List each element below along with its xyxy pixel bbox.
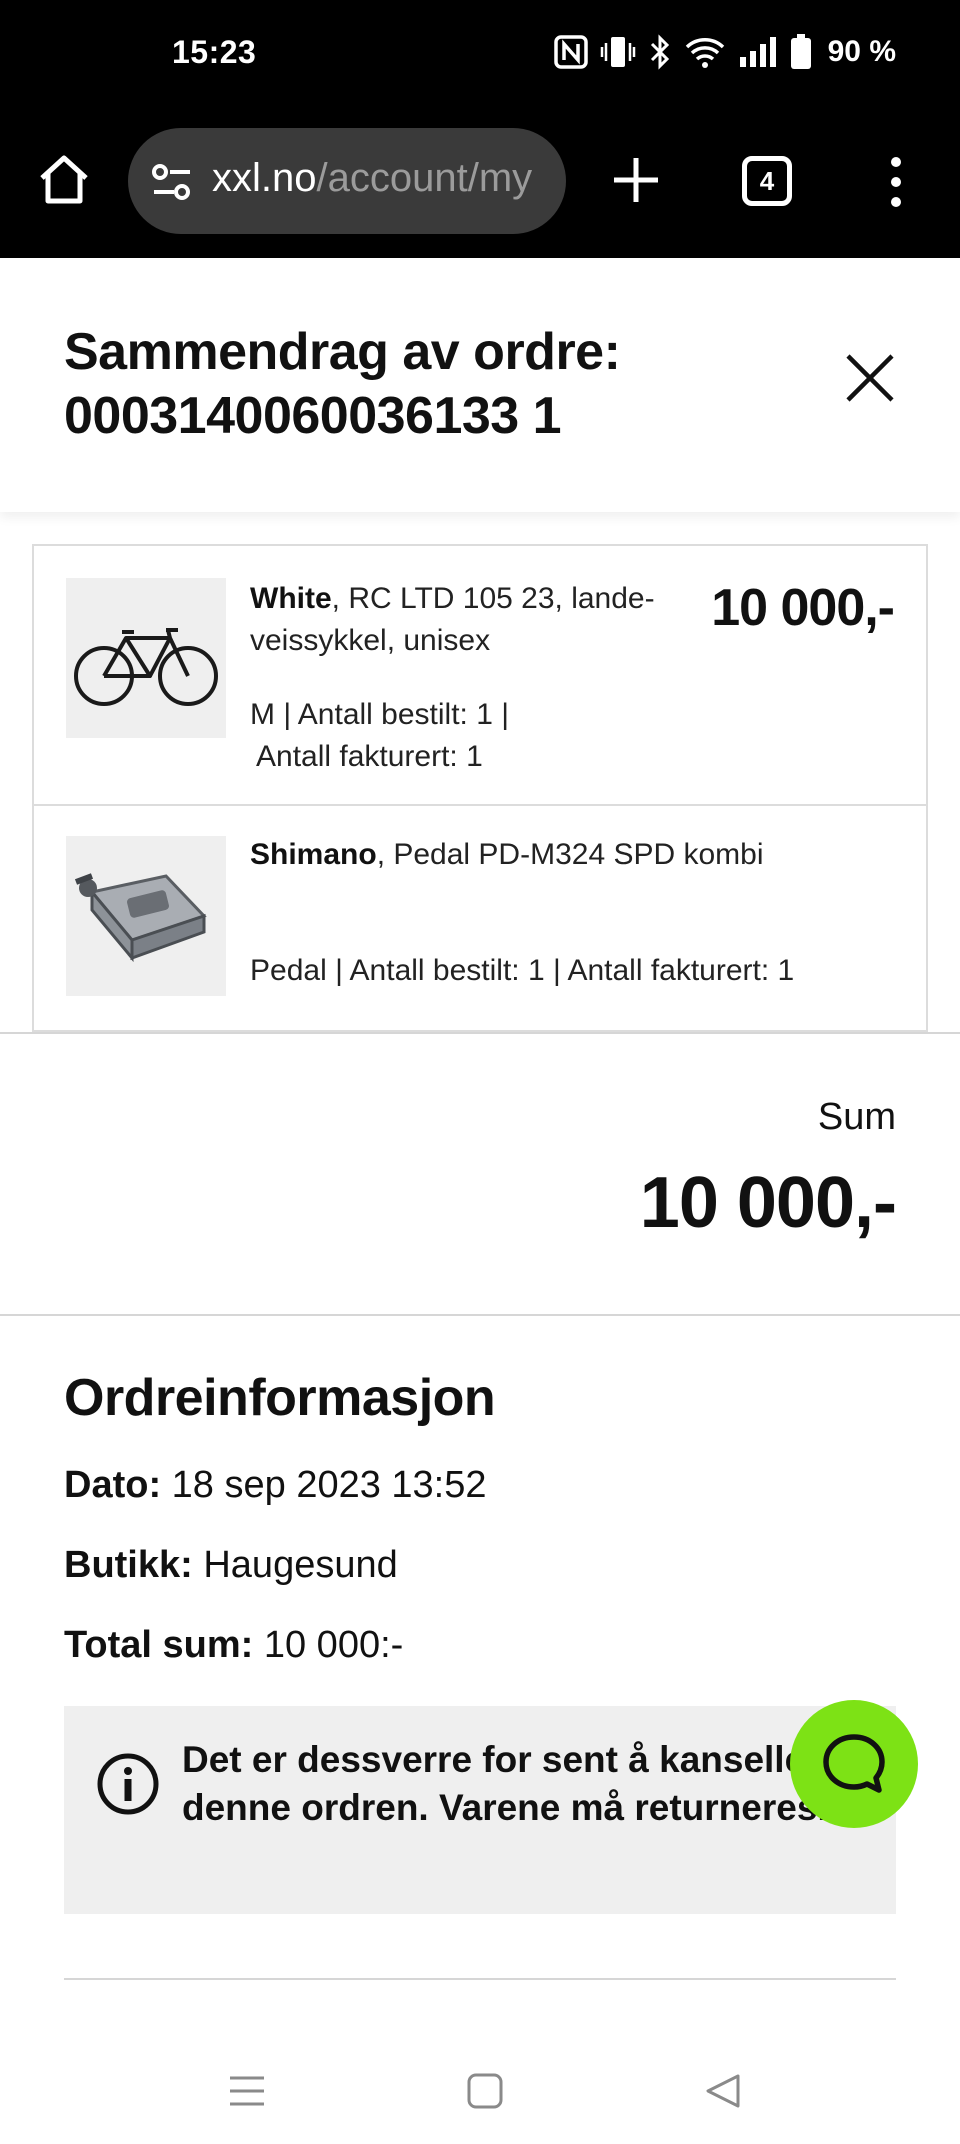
order-total-label: Total sum: [64, 1624, 254, 1666]
back-triangle-icon[interactable] [698, 2066, 748, 2116]
url-path: /account/my [316, 156, 533, 200]
recent-apps-icon[interactable] [222, 2066, 272, 2116]
more-vert-icon[interactable] [876, 154, 916, 210]
bluetooth-icon [650, 34, 669, 70]
url-host: xxl.no [212, 156, 317, 200]
order-total-row: Total sum: 10 000:- [64, 1624, 403, 1667]
road-bike-image [74, 628, 218, 706]
list-item[interactable]: Shimano, Pedal PD-M324 SPD kombi Pedal |… [34, 806, 926, 1030]
battery-percent: 90 % [827, 35, 896, 68]
product-meta-line-1: M | Antall bestilt: 1 | [250, 698, 510, 731]
order-store-row: Butikk: Haugesund [64, 1544, 398, 1587]
home-icon[interactable] [34, 150, 94, 210]
page-title: Sammendrag av ordre: 0003140060036133 1 [64, 320, 784, 448]
product-meta: M | Antall bestilt: 1 | Antall fakturert… [250, 694, 680, 778]
wifi-icon [685, 38, 724, 68]
divider [0, 1314, 960, 1316]
tab-switcher-icon[interactable]: 4 [742, 156, 792, 206]
title-line-1: Sammendrag av ordre: [64, 323, 621, 381]
top-chrome: 15:23 90 % xxl.no/account/my 4 [0, 0, 960, 258]
product-meta-line-2: Antall fakturert: 1 [256, 740, 483, 773]
product-meta: Pedal | Antall bestilt: 1 | Antall faktu… [250, 950, 890, 992]
order-store-label: Butikk: [64, 1544, 193, 1586]
order-number: 0003140060036133 1 [64, 387, 562, 445]
product-info: Shimano, Pedal PD-M324 SPD kombi Pedal |… [250, 834, 890, 992]
product-title[interactable]: Shimano, Pedal PD-M324 SPD kombi [250, 834, 890, 876]
product-name: , Pedal PD-M324 SPD kombi [376, 838, 764, 871]
cancel-notice: Det er dessverre for sent å kansellere d… [64, 1706, 896, 1914]
sum-value: 10 000,- [639, 1163, 897, 1243]
product-brand: Shimano [250, 838, 377, 871]
url-text[interactable]: xxl.no/account/my [212, 156, 532, 201]
info-icon [97, 1753, 159, 1815]
status-time: 15:23 [172, 34, 257, 70]
order-date-value: 18 sep 2023 13:52 [171, 1464, 487, 1506]
chat-bubble-icon [823, 1734, 885, 1793]
divider [0, 1032, 960, 1034]
home-square-icon[interactable] [460, 2066, 510, 2116]
site-settings-icon[interactable] [150, 162, 194, 202]
divider [64, 1978, 896, 1980]
tab-count: 4 [759, 165, 775, 196]
product-price: 10 000,- [711, 579, 895, 637]
product-title[interactable]: White, RC LTD 105 23, lande-veissykkel, … [250, 578, 680, 662]
chat-button[interactable] [790, 1700, 918, 1828]
order-total-value: 10 000:- [263, 1624, 404, 1666]
product-image-pedal[interactable] [66, 836, 226, 996]
battery-icon [790, 34, 811, 69]
product-brand: White [250, 582, 332, 615]
order-items-list: White, RC LTD 105 23, lande-veissykkel, … [32, 544, 928, 1032]
order-store-value: Haugesund [203, 1544, 398, 1586]
browser-toolbar: xxl.no/account/my 4 [0, 128, 960, 234]
order-info-heading: Ordreinformasjon [64, 1369, 496, 1427]
order-summary-header: Sammendrag av ordre: 0003140060036133 1 [0, 258, 960, 512]
nfc-icon [553, 35, 588, 69]
pedal-image [74, 873, 207, 963]
new-tab-plus-icon[interactable] [608, 150, 664, 210]
product-info: White, RC LTD 105 23, lande-veissykkel, … [250, 578, 680, 778]
product-image-bike[interactable] [66, 578, 226, 738]
order-date-row: Dato: 18 sep 2023 13:52 [64, 1464, 487, 1507]
address-bar[interactable]: xxl.no/account/my [128, 128, 566, 234]
list-item[interactable]: White, RC LTD 105 23, lande-veissykkel, … [34, 546, 926, 806]
signal-icon [739, 37, 776, 67]
order-date-label: Dato: [64, 1464, 162, 1506]
system-nav-bar [0, 2040, 960, 2144]
vibrate-icon [600, 37, 635, 67]
status-icons: 90 % [553, 32, 896, 72]
close-icon[interactable] [842, 350, 898, 406]
sum-label: Sum [817, 1096, 896, 1138]
product-meta-line-1: Pedal | Antall bestilt: 1 | Antall faktu… [250, 954, 795, 987]
notice-text: Det er dessverre for sent å kansellere d… [182, 1739, 841, 1828]
